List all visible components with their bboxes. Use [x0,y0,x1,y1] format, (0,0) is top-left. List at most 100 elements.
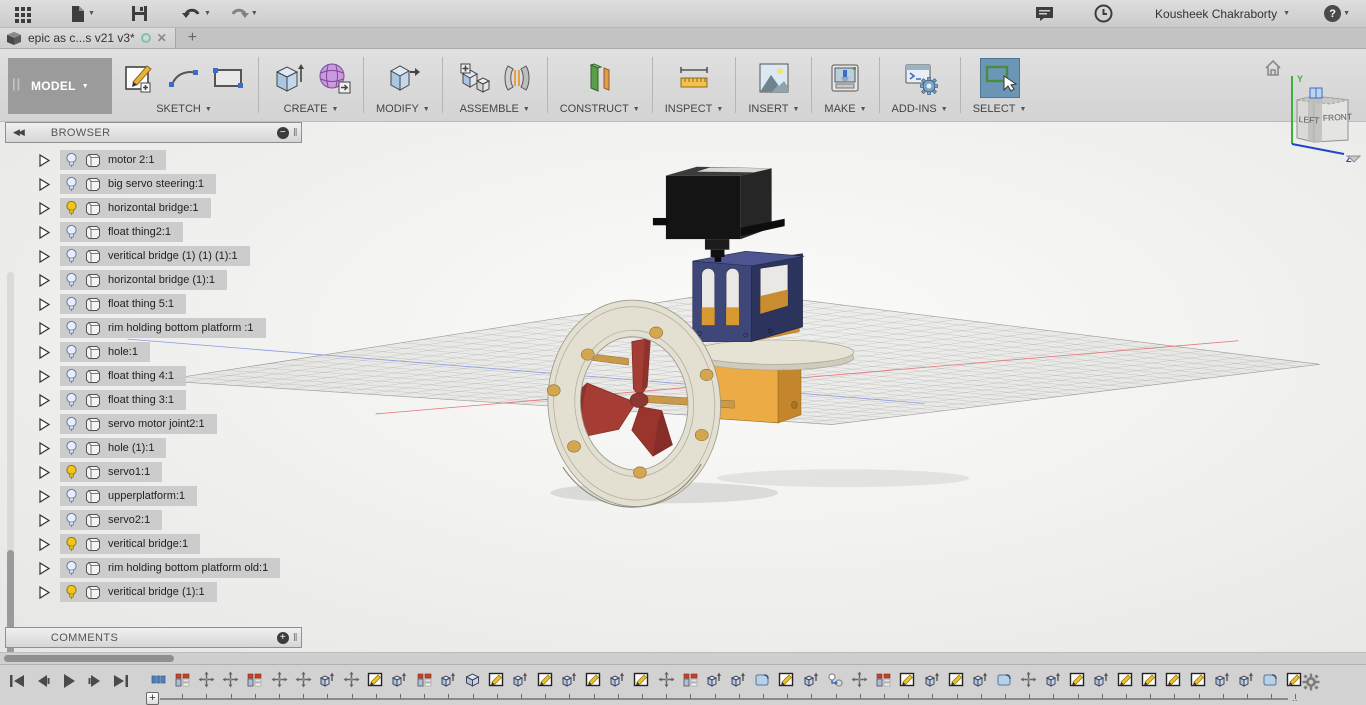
visibility-bulb-icon[interactable] [65,560,78,576]
timeline-feature-extrude[interactable] [1234,669,1258,689]
expand-arrow-icon[interactable] [37,201,52,216]
visibility-bulb-icon[interactable] [65,440,78,456]
timeline-feature-sketch[interactable] [533,669,557,689]
tab-close-icon[interactable]: ✕ [157,31,167,45]
timeline-feature-fillet[interactable] [993,669,1017,689]
assemble-joint-button[interactable] [499,60,535,96]
group-label[interactable]: MAKE [824,103,855,115]
undo-button[interactable]: ▼ [176,4,217,24]
timeline-position-marker[interactable]: + [146,692,159,705]
timeline-feature-sketch[interactable] [1114,669,1138,689]
timeline-feature-extrude[interactable] [920,669,944,689]
expand-arrow-icon[interactable] [37,297,52,312]
play-button[interactable] [60,672,78,690]
visibility-bulb-icon[interactable] [65,512,78,528]
timeline-feature-component[interactable] [412,669,436,689]
comments-panel-header[interactable]: ◀◀ COMMENTS + ‖ [5,627,302,648]
browser-item[interactable]: float thing 3:1 [0,388,320,412]
visibility-bulb-icon[interactable] [65,392,78,408]
expand-arrow-icon[interactable] [37,585,52,600]
visibility-bulb-icon[interactable] [65,176,78,192]
timeline-feature-extrude[interactable] [509,669,533,689]
browser-item[interactable]: big servo steering:1 [0,172,320,196]
expand-arrow-icon[interactable] [37,465,52,480]
add-comment-icon[interactable]: + [277,632,289,644]
browser-item[interactable]: float thing 4:1 [0,364,320,388]
group-label[interactable]: CREATE [284,103,328,115]
timeline-feature-extrude[interactable] [1089,669,1113,689]
timeline-feature-move[interactable] [194,669,218,689]
document-tab[interactable]: epic as c...s v21 v3* ✕ [0,28,176,48]
construction-plane-button[interactable] [582,60,618,96]
browser-item[interactable]: hole:1 [0,340,320,364]
group-label[interactable]: INSPECT [665,103,713,115]
step-back-button[interactable] [34,672,52,690]
browser-item[interactable]: servo2:1 [0,508,320,532]
create-sketch-button[interactable] [122,60,158,96]
timeline-feature-extrude[interactable] [436,669,460,689]
visibility-bulb-icon[interactable] [65,248,78,264]
expand-arrow-icon[interactable] [37,321,52,336]
timeline-feature-move[interactable] [1017,669,1041,689]
timeline-feature-sketch[interactable] [364,669,388,689]
new-component-button[interactable] [455,60,491,96]
browser-item[interactable]: float thing 5:1 [0,292,320,316]
group-label[interactable]: SELECT [973,103,1016,115]
panel-grip-icon[interactable]: ‖ [293,632,298,644]
timeline-feature-extrude[interactable] [315,669,339,689]
timeline-feature-move[interactable] [267,669,291,689]
visibility-bulb-icon[interactable] [65,272,78,288]
go-to-end-button[interactable] [112,672,130,690]
timeline-feature-extrude[interactable] [388,669,412,689]
timeline-feature-extrude[interactable] [557,669,581,689]
browser-item[interactable]: horizontal bridge (1):1 [0,268,320,292]
timeline-feature-sketch[interactable] [630,669,654,689]
make-button[interactable] [827,60,863,96]
workspace-selector[interactable]: || MODEL ▼ [8,58,112,114]
timeline-feature-sketch[interactable] [775,669,799,689]
browser-item[interactable]: upperplatform:1 [0,484,320,508]
timeline-feature-component[interactable] [243,669,267,689]
timeline-feature-extrude[interactable] [799,669,823,689]
collapse-panel-icon[interactable]: ◀◀ [6,127,23,138]
group-label[interactable]: SKETCH [156,103,201,115]
user-account-button[interactable]: Kousheek Chakraborty ▼ [1145,5,1296,23]
timeline-feature-sketch[interactable] [1162,669,1186,689]
timeline-feature-extrude[interactable] [1210,669,1234,689]
timeline-feature-extrude[interactable] [968,669,992,689]
timeline-feature-component[interactable] [678,669,702,689]
group-label[interactable]: INSERT [748,103,788,115]
file-menu-button[interactable]: ▼ [64,3,101,25]
timeline-feature-move[interactable] [219,669,243,689]
go-to-start-button[interactable] [8,672,26,690]
timeline-slider-track[interactable] [160,698,1288,700]
timeline-feature-extrude[interactable] [702,669,726,689]
visibility-bulb-icon[interactable] [65,200,78,216]
expand-arrow-icon[interactable] [37,489,52,504]
collaborate-button[interactable] [1029,3,1060,24]
expand-arrow-icon[interactable] [37,537,52,552]
viewcube-home-icon[interactable] [1266,61,1280,75]
expand-arrow-icon[interactable] [37,249,52,264]
expand-arrow-icon[interactable] [37,273,52,288]
create-form-button[interactable] [315,60,351,96]
expand-arrow-icon[interactable] [37,369,52,384]
timeline-feature-fillet[interactable] [751,669,775,689]
timeline-settings-button[interactable] [1302,673,1320,696]
browser-item[interactable]: rim holding bottom platform :1 [0,316,320,340]
timeline-feature-box[interactable] [460,669,484,689]
timeline-feature-component[interactable] [170,669,194,689]
measure-button[interactable] [676,60,712,96]
timeline-feature-joint[interactable] [823,669,847,689]
group-label[interactable]: MODIFY [376,103,419,115]
timeline-feature-sketch[interactable] [896,669,920,689]
addins-button[interactable] [902,60,938,96]
browser-item[interactable]: servo1:1 [0,460,320,484]
timeline-feature-sketch[interactable] [485,669,509,689]
timeline-feature-component[interactable] [872,669,896,689]
insert-button[interactable] [756,60,792,96]
visibility-bulb-icon[interactable] [65,344,78,360]
browser-item[interactable]: rim holding bottom platform old:1 [0,556,320,580]
timeline-feature-sketch[interactable] [1186,669,1210,689]
visibility-bulb-icon[interactable] [65,152,78,168]
